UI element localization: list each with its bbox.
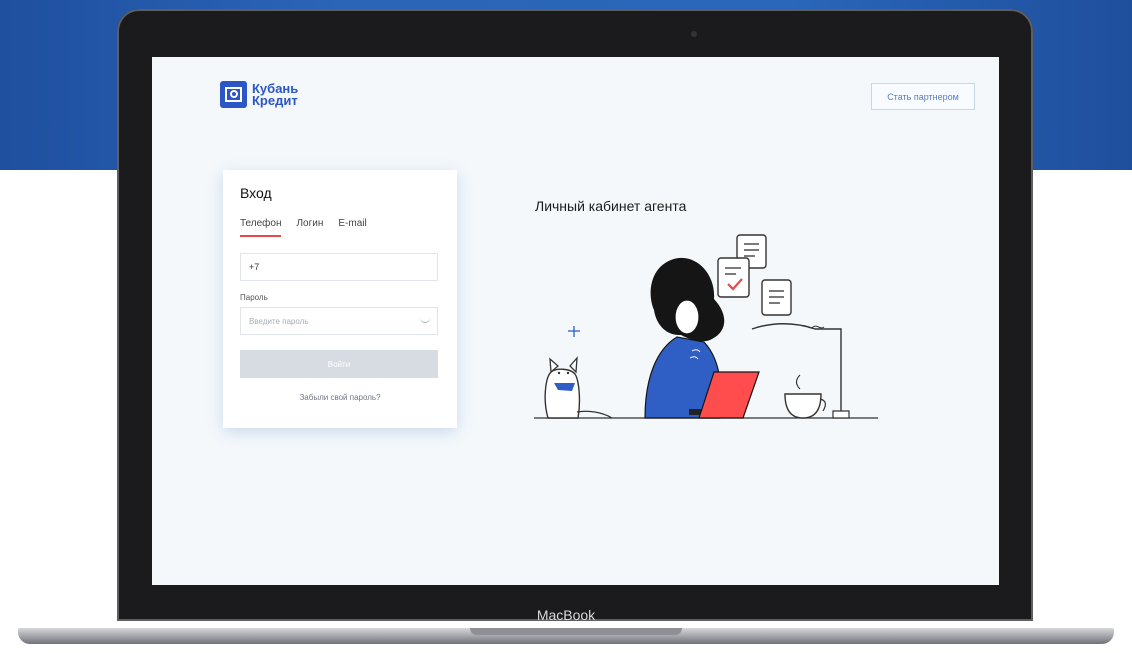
cat-icon — [544, 326, 613, 419]
agent-cabinet-title: Личный кабинет агента — [535, 198, 687, 214]
screen: Кубань Кредит Стать партнером Вход Телеф… — [152, 57, 999, 585]
login-title: Вход — [240, 185, 272, 201]
document-icon-2 — [761, 279, 792, 316]
brand-logo[interactable]: Кубань Кредит — [220, 81, 298, 108]
brand-line-2: Кредит — [252, 92, 298, 108]
cup-icon — [784, 374, 826, 419]
brand-mark-icon — [220, 81, 247, 108]
login-button[interactable]: Войти — [240, 350, 438, 378]
laptop-base-notch — [470, 628, 682, 635]
become-partner-button[interactable]: Стать партнером — [871, 83, 975, 110]
login-tabs: Телефон Логин E-mail — [240, 218, 367, 237]
tab-login[interactable]: Логин — [296, 218, 323, 237]
camera — [691, 31, 697, 37]
phone-value: +7 — [249, 262, 260, 272]
phone-input[interactable]: +7 — [240, 253, 438, 281]
password-visibility-icon[interactable] — [420, 317, 430, 323]
device-brand-label: MacBook — [536, 607, 596, 623]
password-label: Пароль — [240, 293, 268, 302]
checked-document-icon — [717, 257, 750, 298]
forgot-password-link[interactable]: Забыли свой пароль? — [223, 393, 457, 402]
tab-phone[interactable]: Телефон — [240, 218, 282, 237]
password-placeholder: Введите пароль — [249, 316, 309, 326]
agent-illustration — [534, 234, 878, 419]
brand-text: Кубань Кредит — [252, 82, 298, 108]
tab-email[interactable]: E-mail — [338, 218, 366, 237]
login-card: Вход Телефон Логин E-mail +7 Пароль Введ… — [223, 170, 457, 428]
password-input[interactable]: Введите пароль — [240, 307, 438, 335]
